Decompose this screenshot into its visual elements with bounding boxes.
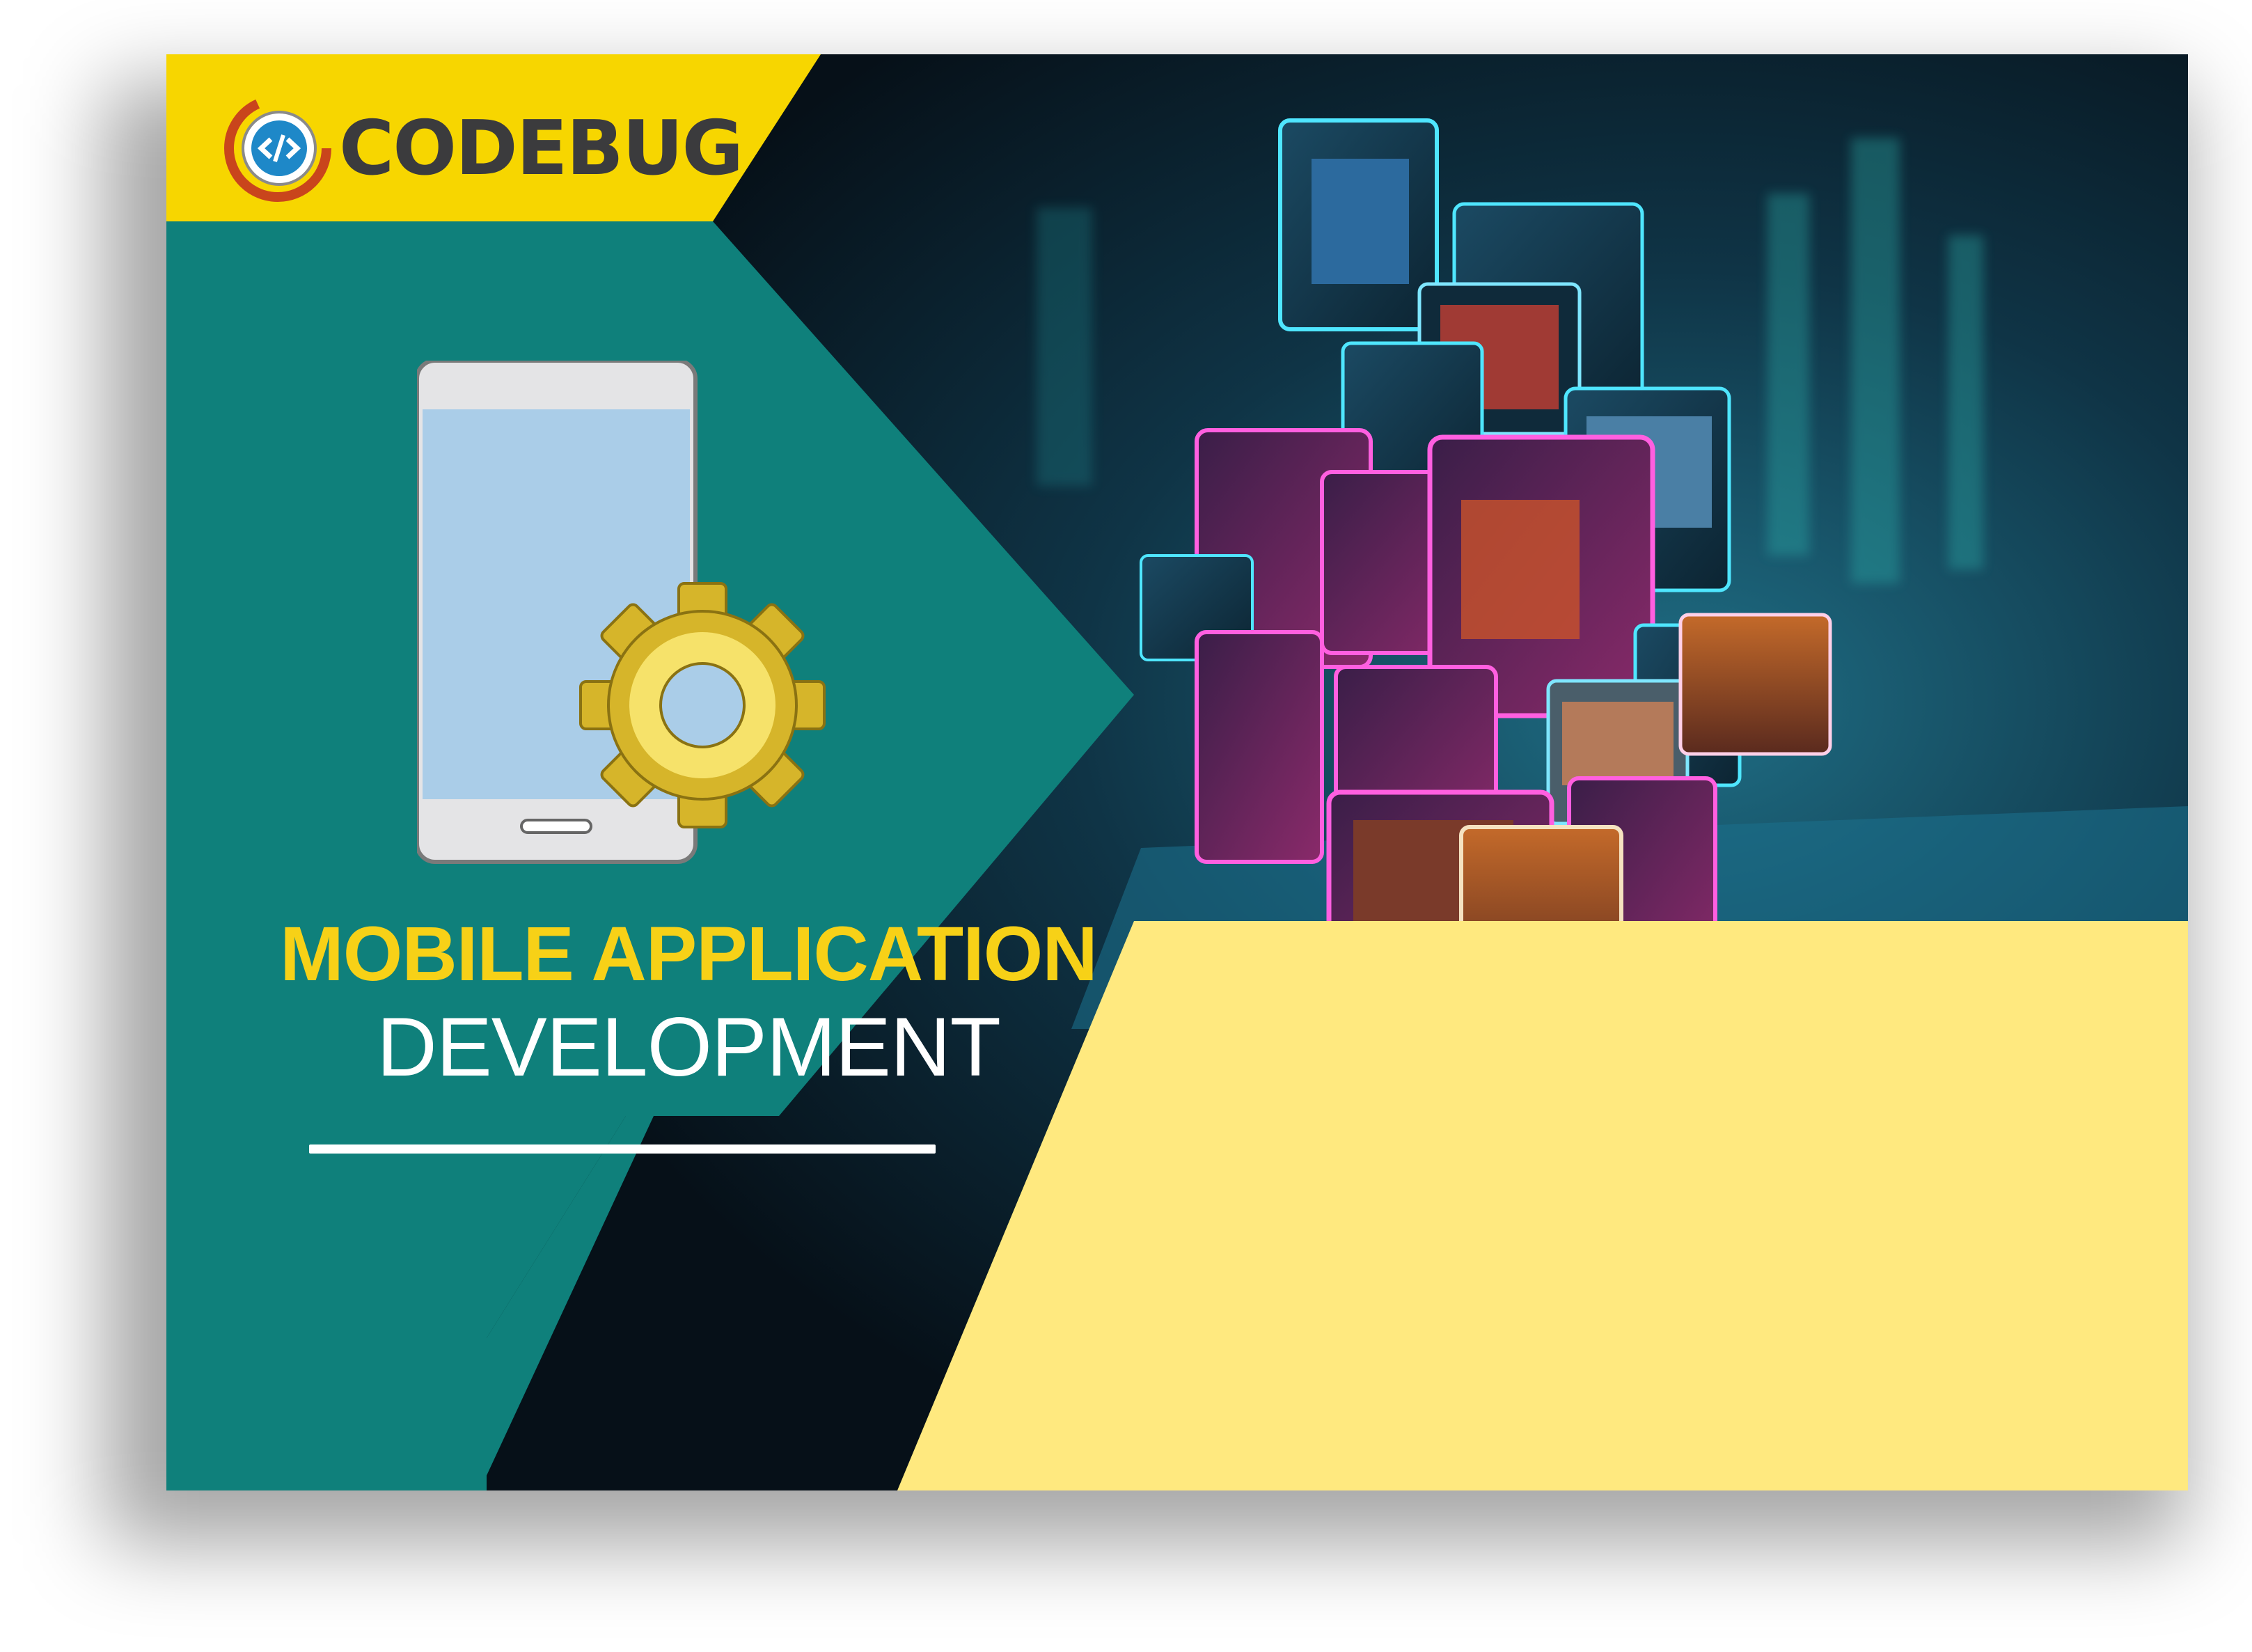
title-underline [309,1144,936,1154]
code-brackets-logo-icon [224,95,331,202]
brochure-cover: CODEBUG MOBILE APPLICATION DEVELOPMENT [166,54,2188,1490]
title-line-2: DEVELOPMENT [377,1000,1001,1094]
gear-icon [579,582,826,828]
brand-logo: CODEBUG [215,89,743,207]
brand-name: CODEBUG [339,104,743,192]
smartphone-gear-icon [417,361,826,864]
page-title: MOBILE APPLICATION DEVELOPMENT [271,911,1106,1095]
title-line-1: MOBILE APPLICATION [280,911,1098,997]
